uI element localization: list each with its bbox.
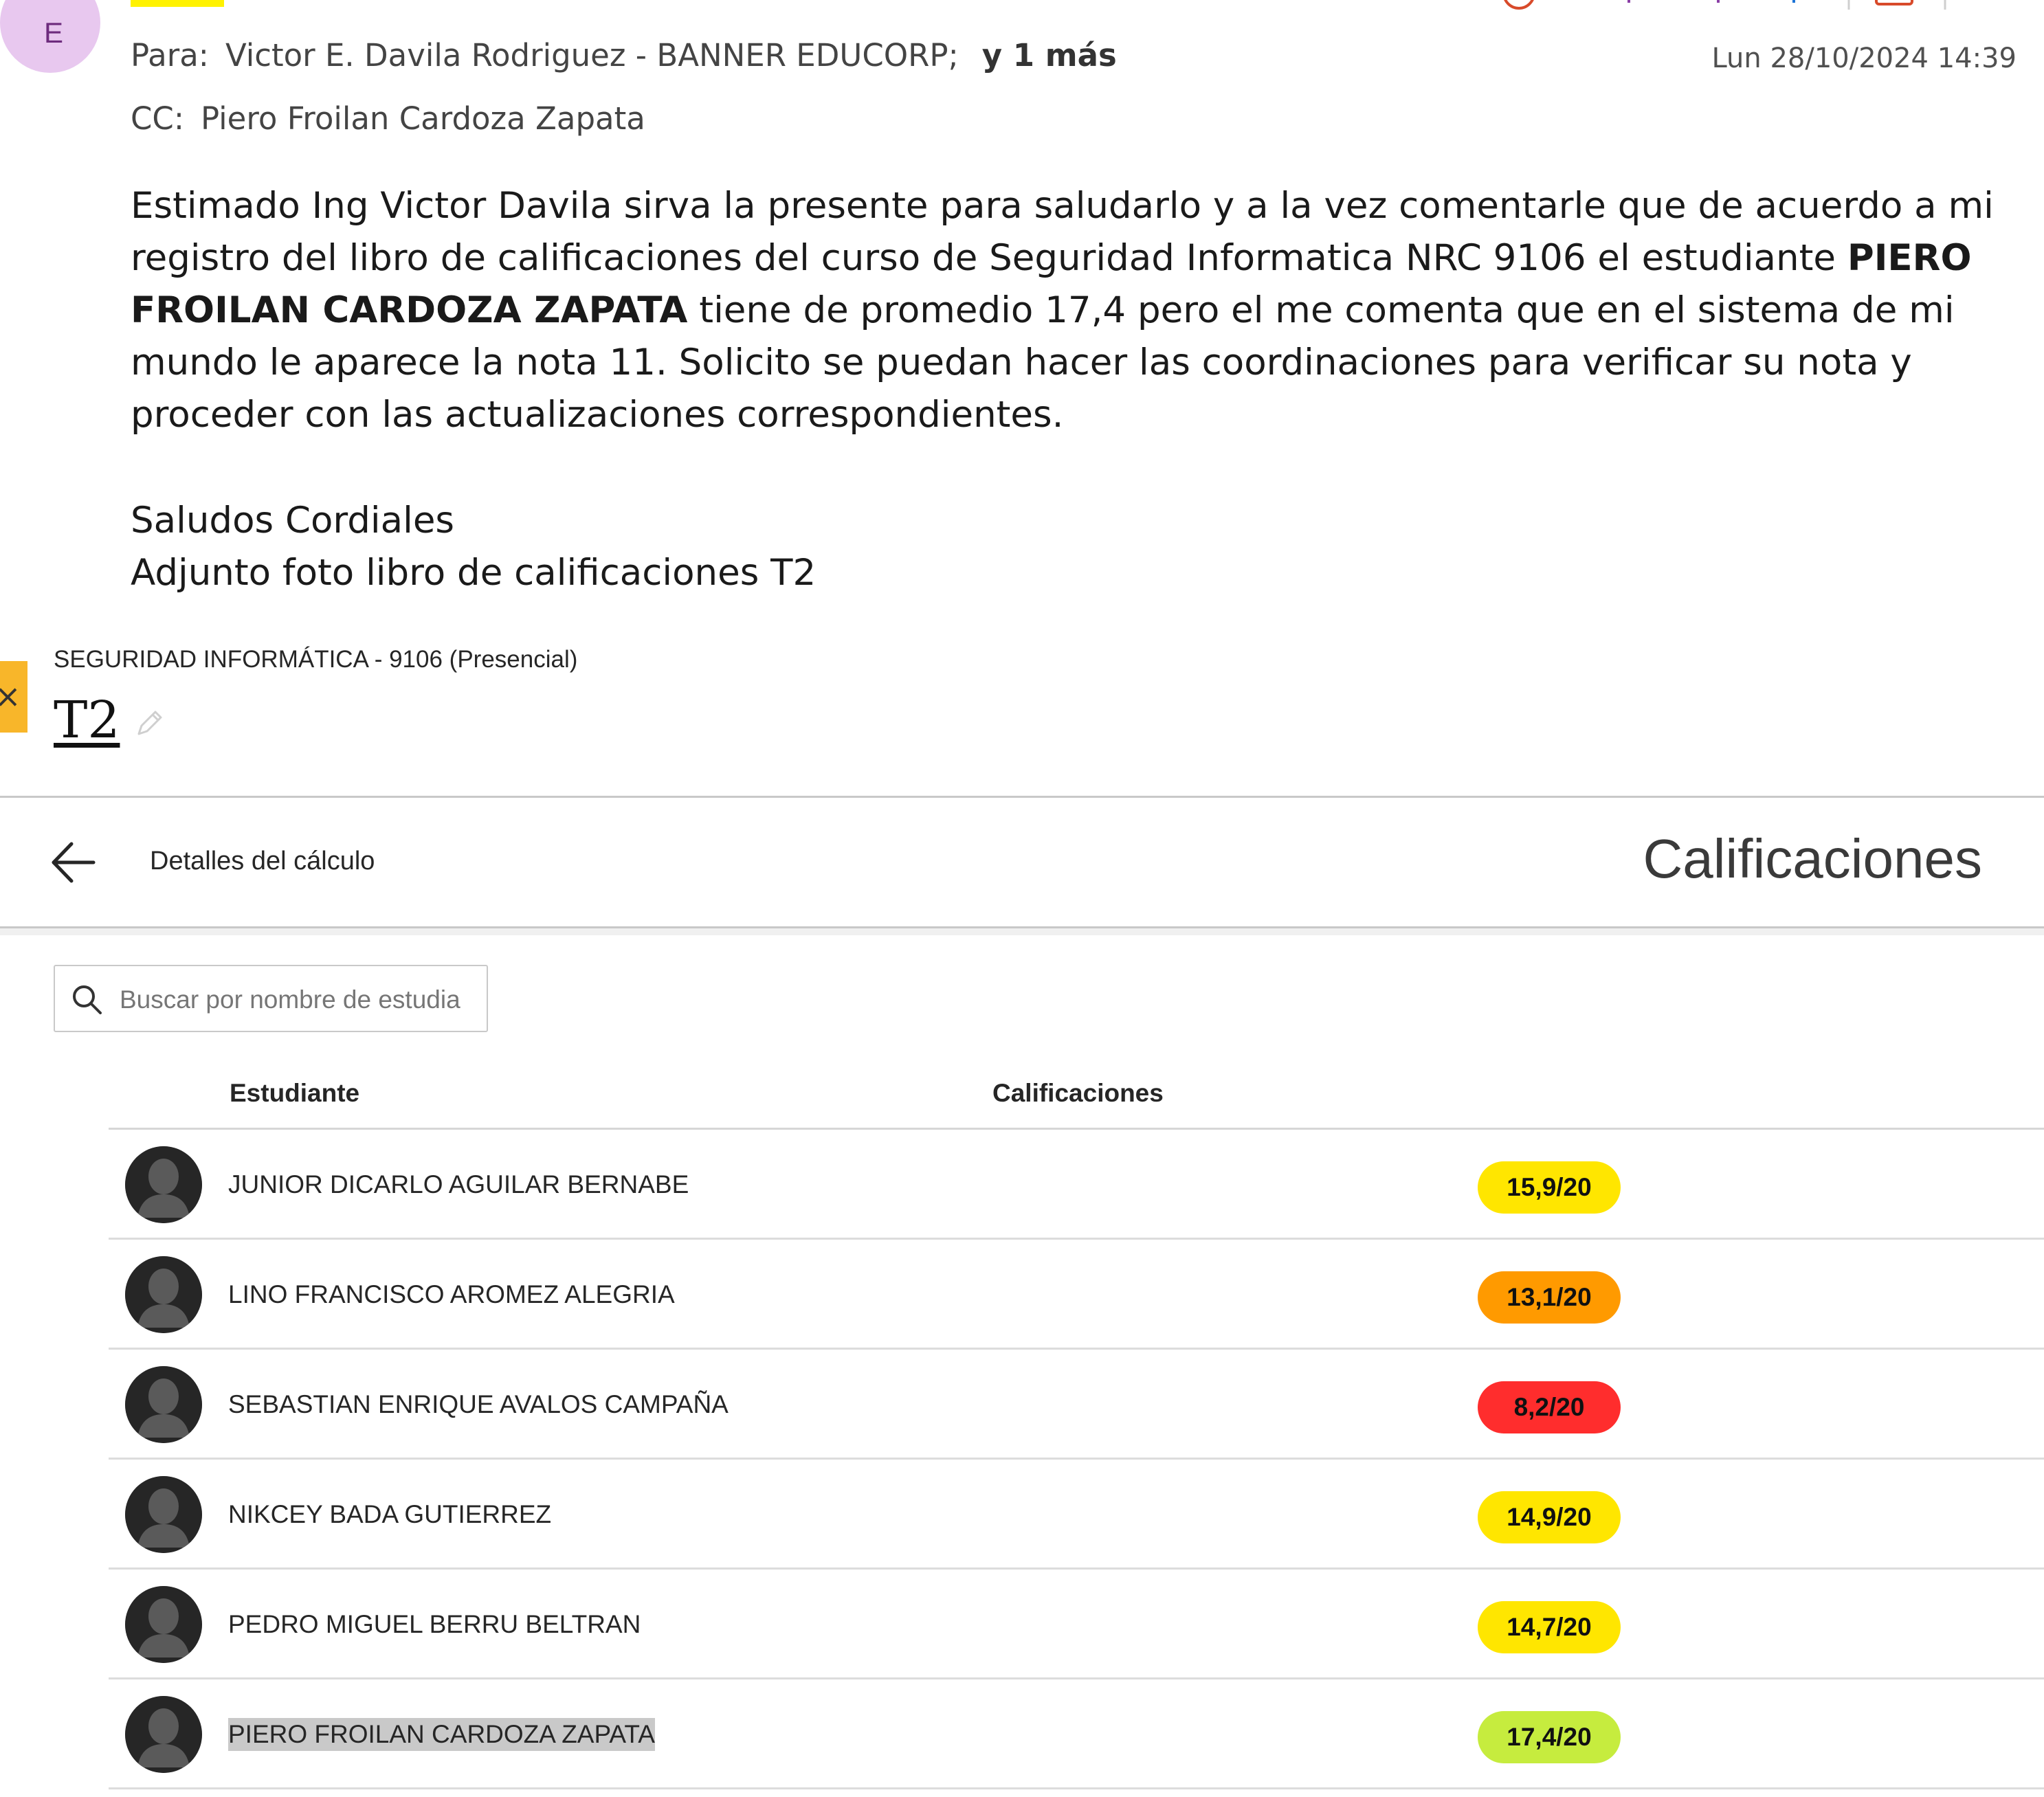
user-silhouette-icon [125, 1366, 202, 1443]
cc-recipient[interactable]: Piero Froilan Cardoza Zapata [201, 100, 645, 137]
pencil-icon[interactable] [133, 708, 165, 739]
student-name[interactable]: SEBASTIAN ENRIQUE AVALOS CAMPAÑA [228, 1388, 729, 1421]
divider [0, 796, 2044, 798]
sender-initial: E [43, 16, 63, 49]
closing-text: Saludos Cordiales [131, 500, 455, 542]
to-recipient[interactable]: Victor E. Davila Rodriguez - BANNER EDUC… [225, 37, 959, 74]
table-row[interactable]: PIERO FROILAN CARDOZA ZAPATA 17,4/20 [0, 1679, 2044, 1789]
student-name[interactable]: NIKCEY BADA GUTIERREZ [228, 1498, 551, 1531]
user-silhouette-icon [125, 1476, 202, 1553]
grade-item-title: T2 [54, 691, 120, 750]
grade-pill[interactable]: 8,2/20 [1478, 1381, 1621, 1433]
to-line: Para: Victor E. Davila Rodriguez - BANNER… [131, 37, 1117, 74]
close-icon: × [0, 678, 21, 715]
user-silhouette-icon [125, 1256, 202, 1333]
grade-pill[interactable]: 14,9/20 [1478, 1491, 1621, 1543]
email-body: Estimado Ing Victor Davila sirva la pres… [131, 180, 2014, 441]
panel-title: Calificaciones [1643, 828, 1982, 889]
divider-shadow [0, 928, 2044, 935]
sender-avatar[interactable]: E [0, 0, 100, 73]
category-color-strip [131, 0, 224, 7]
row-divider [109, 1787, 2044, 1789]
side-tab[interactable]: × [0, 661, 27, 733]
grade-pill[interactable]: 13,1/20 [1478, 1271, 1621, 1324]
student-name[interactable]: PIERO FROILAN CARDOZA ZAPATA [228, 1718, 655, 1751]
more-recipients-link[interactable]: y 1 más [982, 37, 1117, 74]
cc-label: CC: [131, 100, 185, 137]
table-row[interactable]: SEBASTIAN ENRIQUE AVALOS CAMPAÑA 8,2/20 [0, 1350, 2044, 1460]
grade-pill[interactable]: 17,4/20 [1478, 1711, 1621, 1763]
grade-pill[interactable]: 14,7/20 [1478, 1601, 1621, 1653]
table-row[interactable]: NIKCEY BADA GUTIERREZ 14,9/20 [0, 1460, 2044, 1570]
user-silhouette-icon [125, 1586, 202, 1663]
to-label: Para: [131, 37, 209, 74]
toolbar-icons-partial [1504, 0, 1946, 10]
column-header-grades[interactable]: Calificaciones [992, 1079, 1164, 1108]
column-header-student[interactable]: Estudiante [230, 1079, 359, 1108]
table-row[interactable]: LINO FRANCISCO AROMEZ ALEGRIA 13,1/20 [0, 1240, 2044, 1350]
email-signature: Saludos Cordiales Adjunto foto libro de … [131, 495, 816, 599]
table-row[interactable]: PEDRO MIGUEL BERRU BELTRAN 14,7/20 [0, 1570, 2044, 1679]
arrow-left-icon[interactable] [49, 838, 98, 886]
table-row[interactable]: JUNIOR DICARLO AGUILAR BERNABE 15,9/20 [0, 1130, 2044, 1240]
attachment-note: Adjunto foto libro de calificaciones T2 [131, 552, 817, 594]
student-name[interactable]: JUNIOR DICARLO AGUILAR BERNABE [228, 1168, 689, 1201]
student-search[interactable] [54, 965, 488, 1032]
cc-line: CC: Piero Froilan Cardoza Zapata [131, 100, 645, 137]
body-text-part1: Estimado Ing Victor Davila sirva la pres… [131, 185, 1994, 279]
search-icon [73, 985, 102, 1014]
user-silhouette-icon [125, 1696, 202, 1773]
search-input[interactable] [118, 979, 478, 1021]
student-name[interactable]: LINO FRANCISCO AROMEZ ALEGRIA [228, 1278, 675, 1311]
grade-pill[interactable]: 15,9/20 [1478, 1161, 1621, 1214]
sent-date: Lun 28/10/2024 14:39 [1711, 43, 2017, 74]
course-title: SEGURIDAD INFORMÁTICA - 9106 (Presencial… [54, 646, 578, 673]
calc-details-label[interactable]: Detalles del cálculo [150, 847, 375, 876]
student-name[interactable]: PEDRO MIGUEL BERRU BELTRAN [228, 1608, 641, 1641]
user-silhouette-icon [125, 1146, 202, 1223]
